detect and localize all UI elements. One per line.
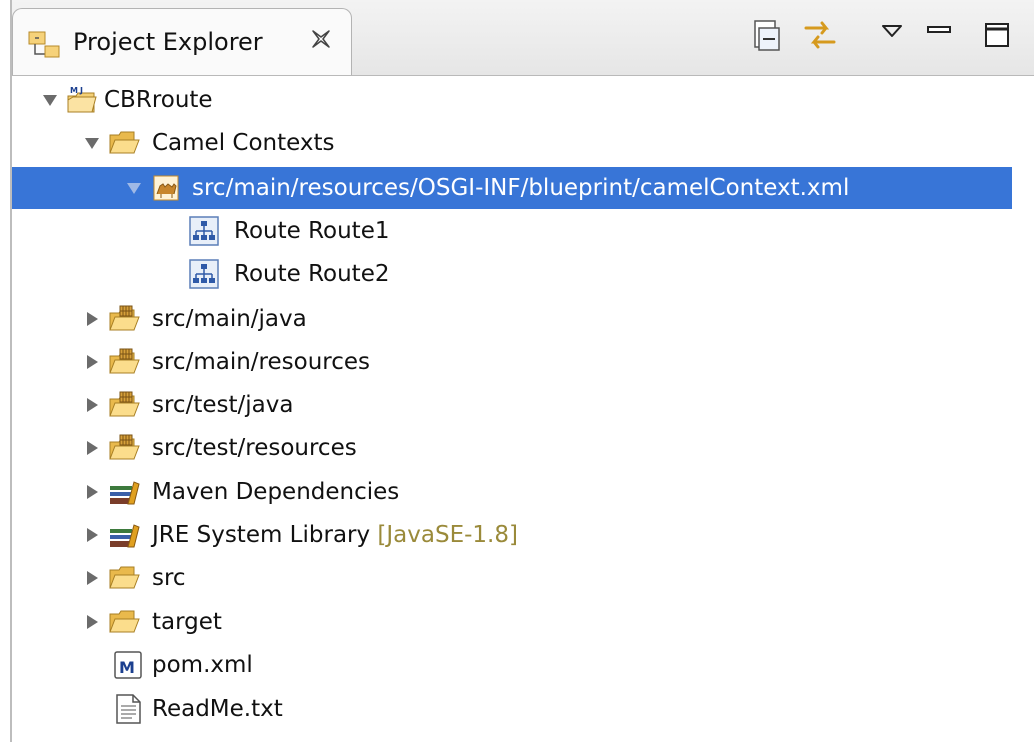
tree-item-label: Camel Contexts xyxy=(152,130,335,156)
tree-item-label: Route Route1 xyxy=(234,218,390,244)
collapsed-triangle-icon[interactable] xyxy=(82,612,102,632)
tree-item-route[interactable]: Route Route2 xyxy=(12,253,1012,295)
library-name: JRE System Library xyxy=(152,522,371,548)
tree-item-src-test-resources[interactable]: src/test/resources xyxy=(12,427,1012,469)
tree-item-src-main-resources[interactable]: src/main/resources xyxy=(12,341,1012,383)
tree-item-src-main-java[interactable]: src/main/java xyxy=(12,298,1012,340)
tree-item-maven-dependencies[interactable]: Maven Dependencies xyxy=(12,471,1012,513)
expanded-triangle-icon[interactable] xyxy=(124,178,144,198)
minimize-icon[interactable] xyxy=(924,22,954,42)
collapsed-triangle-icon[interactable] xyxy=(82,309,102,329)
folder-icon xyxy=(109,610,140,633)
collapsed-triangle-icon[interactable] xyxy=(82,568,102,588)
tree-item-camel-context-file[interactable]: src/main/resources/OSGI-INF/blueprint/ca… xyxy=(12,167,1012,209)
tree-item-jre-system-library[interactable]: JRE System Library [JavaSE-1.8] xyxy=(12,514,1012,556)
tree-item-pom-file[interactable]: M pom.xml xyxy=(12,644,1012,686)
open-folder-icon xyxy=(109,131,140,154)
collapsed-triangle-icon[interactable] xyxy=(82,352,102,372)
source-folder-icon xyxy=(109,348,140,374)
library-icon xyxy=(110,481,140,505)
tree-item-label: Route Route2 xyxy=(234,261,390,287)
tree-item-src-folder[interactable]: src xyxy=(12,557,1012,599)
source-folder-icon xyxy=(109,391,140,417)
svg-text:J: J xyxy=(79,86,83,95)
route-icon xyxy=(189,216,219,246)
tree-item-project[interactable]: M J CBRroute xyxy=(12,79,1012,121)
source-folder-icon xyxy=(109,434,140,460)
tree-item-label: pom.xml xyxy=(152,652,253,678)
collapsed-triangle-icon[interactable] xyxy=(82,438,102,458)
collapsed-triangle-icon[interactable] xyxy=(82,482,102,502)
tab-title: Project Explorer xyxy=(73,28,263,56)
tree-item-label: src/test/java xyxy=(152,392,294,418)
tree-item-readme-file[interactable]: ReadMe.txt xyxy=(12,688,1012,730)
collapsed-triangle-icon[interactable] xyxy=(82,525,102,545)
route-icon xyxy=(189,259,219,289)
project-explorer-icon xyxy=(28,31,60,58)
close-icon[interactable] xyxy=(309,27,333,51)
expanded-triangle-icon[interactable] xyxy=(40,90,60,110)
view-tab-bar: Project Explorer xyxy=(12,0,1034,76)
tree-item-label: src/main/resources/OSGI-INF/blueprint/ca… xyxy=(192,175,850,201)
tree-item-label: target xyxy=(152,609,222,635)
tree-item-target-folder[interactable]: target xyxy=(12,601,1012,643)
library-icon xyxy=(110,524,140,548)
tree-item-src-test-java[interactable]: src/test/java xyxy=(12,384,1012,426)
tree-item-label: src/main/java xyxy=(152,306,307,332)
tree-item-label: src/test/resources xyxy=(152,435,357,461)
maximize-icon[interactable] xyxy=(982,20,1012,50)
tree-item-label: CBRroute xyxy=(104,87,213,113)
tree-item-label: Maven Dependencies xyxy=(152,479,400,505)
expanded-triangle-icon[interactable] xyxy=(82,133,102,153)
project-explorer-tab[interactable]: Project Explorer xyxy=(12,8,352,75)
maven-project-icon: M J xyxy=(67,86,97,113)
collapsed-triangle-icon[interactable] xyxy=(82,395,102,415)
tree-item-route[interactable]: Route Route1 xyxy=(12,210,1012,252)
folder-icon xyxy=(109,566,140,589)
project-tree: M J CBRroute Camel Contexts src/main/res… xyxy=(12,76,1034,742)
tree-item-label: ReadMe.txt xyxy=(152,696,283,722)
tree-item-label: JRE System Library [JavaSE-1.8] xyxy=(152,520,518,550)
link-arrows-icon[interactable] xyxy=(802,18,838,54)
svg-text:M: M xyxy=(119,658,135,677)
tree-item-camel-contexts[interactable]: Camel Contexts xyxy=(12,122,1012,164)
library-decoration: [JavaSE-1.8] xyxy=(377,522,518,548)
tree-item-label: src/main/resources xyxy=(152,349,371,375)
collapse-all-icon[interactable] xyxy=(752,18,780,52)
maven-file-icon: M xyxy=(114,651,142,679)
tree-item-label: src xyxy=(152,565,186,591)
text-file-icon xyxy=(116,694,141,724)
source-folder-icon xyxy=(109,305,140,331)
svg-text:M: M xyxy=(70,86,78,95)
view-menu-icon[interactable] xyxy=(880,22,904,42)
camel-file-icon xyxy=(153,175,179,201)
